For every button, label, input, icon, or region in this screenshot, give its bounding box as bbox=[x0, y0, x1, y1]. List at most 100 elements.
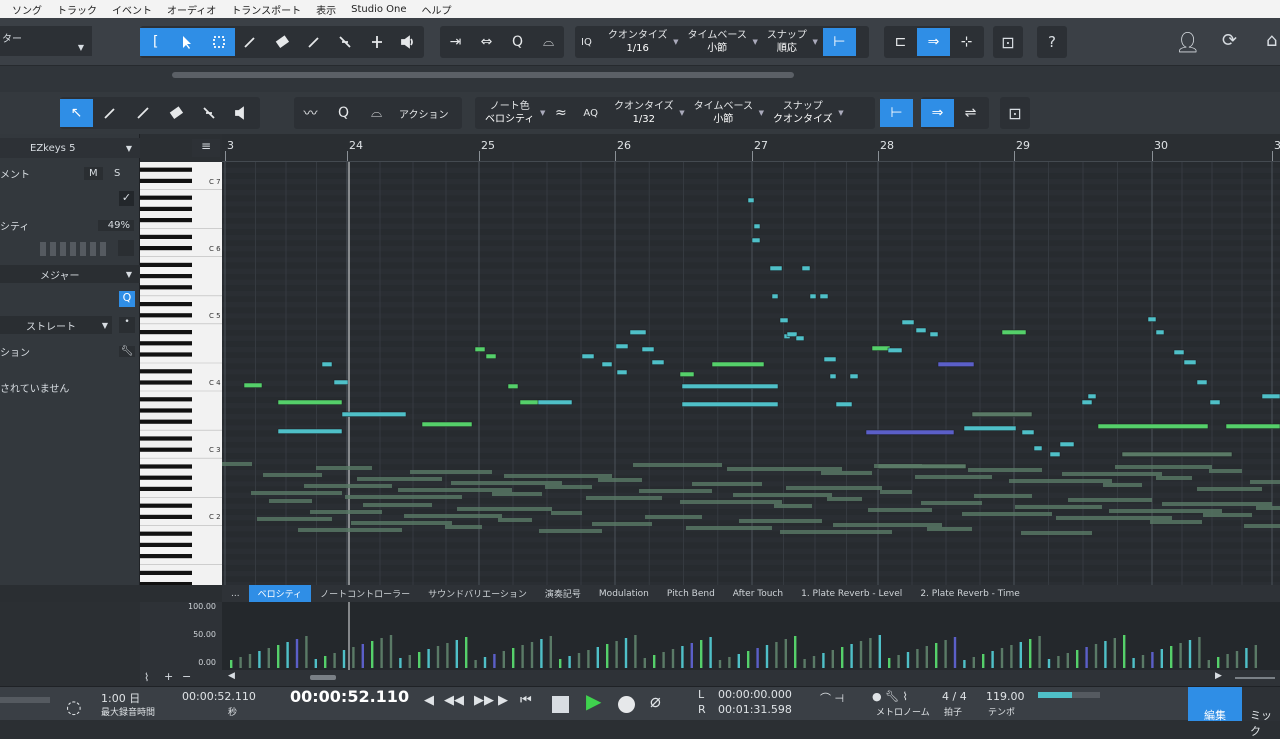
mode-forward-button[interactable]: ⇒ bbox=[917, 28, 950, 56]
strategy-select[interactable]: ストレート ▼ bbox=[0, 316, 112, 334]
loop-r-value[interactable]: 00:01:31.598 bbox=[718, 703, 792, 716]
play-button[interactable]: ▶ bbox=[586, 689, 601, 713]
stretch-button[interactable]: ⇔ bbox=[471, 28, 502, 56]
tab-note-controller[interactable]: ノートコントローラー bbox=[311, 587, 419, 600]
timebase-select[interactable]: タイムベース 小節 ▼ bbox=[678, 29, 758, 55]
quantize-select[interactable]: クオンタイズ 1/16 ▼ bbox=[598, 29, 679, 55]
tab-articulation[interactable]: 演奏記号 bbox=[536, 587, 590, 600]
meter-button[interactable] bbox=[118, 240, 134, 256]
eraser-tool-button[interactable] bbox=[266, 28, 298, 56]
next-marker-icon[interactable]: ▶ bbox=[498, 693, 508, 708]
help-button[interactable]: ? bbox=[1037, 26, 1067, 58]
loop-l-value[interactable]: 00:00:00.000 bbox=[718, 688, 792, 701]
menu-track[interactable]: トラック bbox=[57, 2, 97, 17]
sync-icon[interactable]: ⟳ bbox=[1222, 30, 1237, 51]
menu-transport[interactable]: トランスポート bbox=[231, 2, 301, 17]
add-lane-icon[interactable]: + bbox=[164, 670, 173, 683]
editor-crosshair-button[interactable]: ⊡ bbox=[1000, 97, 1030, 129]
stop-button[interactable] bbox=[552, 696, 569, 713]
piano-roll-grid[interactable] bbox=[222, 162, 1280, 585]
instrument-select[interactable]: EZkeys 5 ▼ bbox=[0, 138, 140, 158]
action-menu[interactable]: アクション bbox=[393, 106, 455, 121]
prev-marker-icon[interactable]: ◀ bbox=[424, 693, 434, 708]
scale-select[interactable]: メジャー ▼ bbox=[0, 265, 140, 283]
velocity-bars[interactable] bbox=[222, 602, 1280, 670]
lane-more[interactable]: ... bbox=[222, 589, 249, 599]
piano-keyboard[interactable]: C 7 C 6 C 5 C 4 C 3 C 2 bbox=[140, 162, 222, 585]
checkbox[interactable]: ✓ bbox=[119, 191, 134, 206]
timeline-ruler[interactable]: ≡ 3 24 25 26 27 28 29 30 3 bbox=[192, 134, 1280, 162]
list-icon[interactable]: ≡ bbox=[192, 139, 220, 157]
editor-horizontal-scrollbar[interactable]: ⌇ + − ◀ ▶ bbox=[140, 670, 1280, 686]
editor-line-button[interactable] bbox=[126, 99, 159, 127]
mode-left-button[interactable]: ⊏ bbox=[884, 28, 917, 56]
dot-button[interactable]: • bbox=[119, 317, 135, 333]
tab-velocity[interactable]: ベロシティ bbox=[248, 585, 312, 602]
track-selector[interactable]: ター ▼ bbox=[0, 26, 92, 56]
wave-button[interactable]: 〰 bbox=[294, 99, 327, 127]
tab-modulation[interactable]: Modulation bbox=[590, 589, 658, 599]
tab-pitch-bend[interactable]: Pitch Bend bbox=[658, 589, 724, 599]
menu-help[interactable]: ヘルプ bbox=[422, 2, 452, 17]
wave-small-button[interactable]: ≈ bbox=[544, 99, 577, 127]
scroll-right-icon[interactable]: ▶ bbox=[1215, 671, 1222, 681]
tab-sound-variation[interactable]: サウンドバリエーション bbox=[419, 587, 536, 600]
arrow-tool-button[interactable] bbox=[171, 28, 204, 56]
tab-mix[interactable]: ミック bbox=[1242, 687, 1280, 738]
loop-icon[interactable]: ⌀ bbox=[650, 691, 661, 712]
editor-eraser-button[interactable] bbox=[159, 99, 192, 127]
paint-tool-button[interactable] bbox=[298, 28, 330, 56]
iq-button[interactable]: IQ bbox=[575, 37, 598, 48]
menu-view[interactable]: 表示 bbox=[316, 2, 336, 17]
quantize-scale-button[interactable]: Q bbox=[119, 291, 135, 307]
humanize-button[interactable]: ⌓ bbox=[533, 28, 564, 56]
split-tool-button[interactable] bbox=[361, 28, 393, 56]
wrench-icon[interactable]: 🔧︎ bbox=[119, 345, 135, 357]
zoom-slider[interactable] bbox=[1235, 677, 1275, 679]
editor-mute-button[interactable] bbox=[192, 99, 225, 127]
quantize-q-button[interactable]: Q bbox=[502, 28, 533, 56]
share-icon[interactable]: ⌂ bbox=[1266, 30, 1277, 51]
velocity-value[interactable]: 49% bbox=[98, 219, 134, 231]
editor-arrow-button[interactable]: ↖ bbox=[60, 99, 93, 127]
time-main[interactable]: 00:00:52.110 bbox=[290, 687, 409, 706]
scroll-left-icon[interactable]: ◀ bbox=[228, 671, 235, 681]
note-color-select[interactable]: ノート色 ベロシティ ▼ bbox=[475, 100, 545, 126]
editor-timebase-select[interactable]: タイムベース 小節 ▼ bbox=[684, 100, 764, 126]
forward-icon[interactable]: ▶▶ bbox=[474, 693, 494, 708]
listen-tool-button[interactable] bbox=[393, 28, 425, 56]
aq-button[interactable]: AQ bbox=[577, 108, 604, 119]
select-tool-button[interactable] bbox=[203, 28, 235, 56]
menu-event[interactable]: イベント bbox=[112, 2, 152, 17]
editor-pencil-button[interactable] bbox=[93, 99, 126, 127]
editor-humanize-button[interactable]: ⌓ bbox=[360, 99, 393, 127]
record-button[interactable] bbox=[618, 696, 635, 713]
editor-snap-toggle[interactable]: ⊢ bbox=[880, 99, 913, 127]
mute-button[interactable]: M bbox=[84, 166, 103, 180]
solo-button[interactable]: S bbox=[114, 168, 120, 179]
user-icon[interactable]: 👤︎ bbox=[1175, 30, 1200, 54]
tab-edit[interactable]: 編集 bbox=[1188, 687, 1242, 722]
metronome-icon[interactable]: ● 🔧︎ ⌇ bbox=[872, 690, 908, 703]
scroll-thumb[interactable] bbox=[172, 72, 794, 78]
editor-q-button[interactable]: Q bbox=[327, 99, 360, 127]
menu-song[interactable]: ソング bbox=[12, 2, 42, 17]
velocity-lane[interactable] bbox=[222, 602, 1280, 670]
snap-select[interactable]: スナップ 順応 ▼ bbox=[757, 29, 818, 55]
editor-split-button[interactable]: ⇌ bbox=[954, 99, 987, 127]
tab-reverb-level[interactable]: 1. Plate Reverb - Level bbox=[792, 589, 911, 599]
tab-reverb-time[interactable]: 2. Plate Reverb - Time bbox=[911, 589, 1028, 599]
mute-tool-button[interactable] bbox=[329, 28, 361, 56]
menu-audio[interactable]: オーディオ bbox=[167, 2, 216, 17]
range-tool-button[interactable]: [ bbox=[140, 28, 172, 56]
editor-snap-select[interactable]: スナップ クオンタイズ ▼ bbox=[763, 100, 844, 126]
snap-toggle-button[interactable]: ⊢ bbox=[822, 28, 856, 56]
note-grid[interactable] bbox=[222, 162, 1280, 585]
arrange-scrollbar[interactable] bbox=[0, 66, 1280, 92]
tab-after-touch[interactable]: After Touch bbox=[724, 589, 792, 599]
remove-lane-icon[interactable]: − bbox=[182, 670, 191, 683]
rewind-icon[interactable]: ◀◀ bbox=[444, 693, 464, 708]
curve-icon[interactable]: ⌇ bbox=[144, 671, 149, 684]
piano-keys[interactable]: C 7 C 6 C 5 C 4 C 3 C 2 bbox=[140, 162, 222, 585]
pencil-tool-button[interactable] bbox=[235, 28, 267, 56]
